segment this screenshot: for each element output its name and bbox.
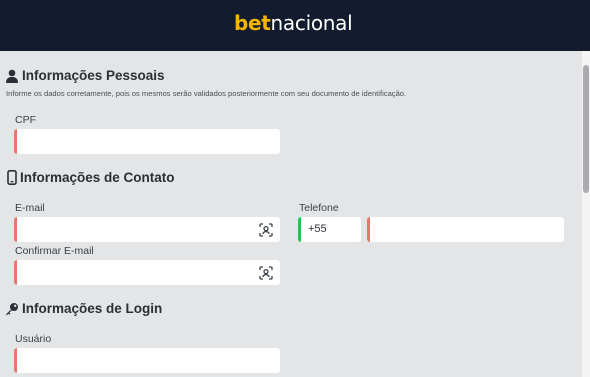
- email-field[interactable]: [14, 217, 280, 242]
- cpf-field[interactable]: [14, 129, 280, 154]
- key-icon: [6, 302, 18, 315]
- vertical-scrollbar[interactable]: [582, 51, 590, 377]
- cpf-input[interactable]: [22, 129, 248, 154]
- phone-label: Telefone: [299, 202, 339, 214]
- confirm-email-field[interactable]: [14, 260, 280, 285]
- confirm-email-status-bar: [14, 260, 17, 285]
- personal-info-heading: Informações Pessoais: [5, 68, 165, 83]
- user-icon: [6, 69, 18, 83]
- personal-info-title: Informações Pessoais: [22, 68, 165, 83]
- face-scan-icon[interactable]: [259, 266, 273, 280]
- confirm-email-input[interactable]: [22, 260, 248, 285]
- phone-number-status-bar: [367, 217, 370, 242]
- email-label: E-mail: [15, 202, 45, 214]
- mobile-phone-icon: [7, 170, 17, 185]
- scrollbar-thumb[interactable]: [583, 65, 589, 193]
- username-field[interactable]: [14, 348, 280, 373]
- phone-number-field[interactable]: [367, 217, 564, 242]
- email-status-bar: [14, 217, 17, 242]
- logo-nacional: nacional: [270, 11, 353, 35]
- username-input[interactable]: [22, 348, 248, 373]
- registration-form: [0, 51, 582, 377]
- face-scan-icon[interactable]: [259, 223, 273, 237]
- phone-country-code-field[interactable]: +55: [298, 217, 361, 242]
- top-bar: bet nacional: [0, 0, 590, 51]
- username-status-bar: [14, 348, 17, 373]
- phone-number-input[interactable]: [375, 217, 532, 242]
- email-input[interactable]: [22, 217, 248, 242]
- login-info-title: Informações de Login: [22, 301, 163, 316]
- username-label: Usuário: [15, 333, 52, 345]
- confirm-email-label: Confirmar E-mail: [15, 245, 94, 257]
- login-info-heading: Informações de Login: [5, 301, 162, 316]
- cpf-status-bar: [14, 129, 17, 154]
- contact-info-title: Informações de Contato: [20, 170, 175, 185]
- personal-info-description: Informe os dados corretamente, pois os m…: [6, 89, 407, 98]
- contact-info-heading: Informações de Contato: [7, 170, 175, 185]
- phone-code-status-bar: [298, 217, 301, 242]
- cpf-label: CPF: [15, 114, 36, 126]
- logo-bet: bet: [234, 11, 271, 35]
- phone-country-code: +55: [308, 223, 327, 235]
- betnacional-logo[interactable]: bet nacional: [234, 11, 353, 39]
